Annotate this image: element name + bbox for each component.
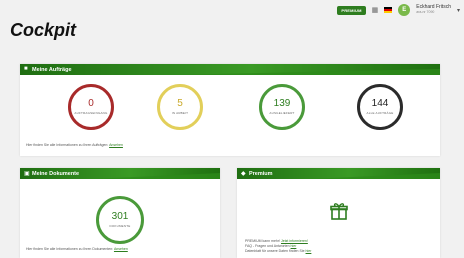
stat-dokumente[interactable]: 301 DOKUMENTE bbox=[96, 196, 144, 244]
panel-auftraege: ■ Meine Aufträge 0 AUFTRAGSEINGANG 5 IN … bbox=[20, 64, 440, 156]
avatar[interactable]: E bbox=[398, 4, 411, 16]
premium-informieren-link[interactable]: Jetzt informieren! bbox=[281, 239, 308, 243]
info-text: Hier finden Sie alle Informationen zu Ih… bbox=[26, 247, 114, 251]
panel-header: ▣ Meine Dokumente bbox=[20, 168, 220, 179]
panel-header: ■ Meine Aufträge bbox=[20, 64, 440, 75]
faq-link[interactable]: hier bbox=[291, 244, 297, 248]
stat-value: 139 bbox=[273, 98, 291, 109]
chevron-down-icon[interactable]: ▾ bbox=[457, 7, 460, 14]
gift-icon bbox=[330, 203, 348, 220]
panel-header: ◆ Premium bbox=[237, 168, 440, 179]
user-org: ara-nr 7090 bbox=[416, 10, 435, 14]
stat-value: 0 bbox=[88, 98, 94, 109]
auftraege-ansehen-link[interactable]: Ansehen bbox=[109, 143, 123, 147]
dokumente-info: Hier finden Sie alle Informationen zu Ih… bbox=[26, 247, 128, 251]
stat-label: DOKUMENTE bbox=[109, 224, 131, 228]
stat-label: ALLE AUFTRÄGE bbox=[366, 111, 394, 115]
top-bar-actions: PREMIUM ▦ E Eckhard Fritsch ara-nr 7090 … bbox=[337, 4, 460, 16]
stat-label: AUFTRAGSEINGANG bbox=[74, 111, 108, 115]
panel-title: Premium bbox=[249, 170, 273, 177]
document-icon: ▣ bbox=[24, 171, 30, 177]
stat-value: 144 bbox=[371, 98, 389, 109]
page-title: Cockpit bbox=[10, 20, 77, 40]
stat-value: 5 bbox=[177, 98, 183, 109]
stat-alle-auftraege[interactable]: 144 ALLE AUFTRÄGE bbox=[357, 84, 403, 130]
stat-ausgeliefert[interactable]: 139 AUSGELIEFERT bbox=[259, 84, 305, 130]
user-info[interactable]: Eckhard Fritsch ara-nr 7090 bbox=[416, 5, 451, 15]
premium-line: Datenblatt für unsere Daten finden Sie h… bbox=[245, 249, 311, 254]
dokumente-ansehen-link[interactable]: Ansehen bbox=[114, 247, 128, 251]
datenblatt-link[interactable]: hier bbox=[306, 249, 312, 253]
info-text: Hier finden Sie alle Informationen zu Ih… bbox=[26, 143, 109, 147]
stat-label: AUSGELIEFERT bbox=[269, 111, 295, 115]
top-bar: PREMIUM ▦ E Eckhard Fritsch ara-nr 7090 … bbox=[0, 0, 464, 22]
premium-line-text: PREMIUM kann mehr! bbox=[245, 239, 281, 243]
stat-auftragseingang[interactable]: 0 AUFTRAGSEINGANG bbox=[68, 84, 114, 130]
german-flag-icon[interactable] bbox=[384, 7, 393, 13]
panel-title: Meine Aufträge bbox=[32, 66, 72, 73]
stat-value: 301 bbox=[111, 211, 129, 222]
gift-small-icon: ◆ bbox=[241, 171, 246, 177]
stat-in-arbeit[interactable]: 5 IN ARBEIT bbox=[157, 84, 203, 130]
panel-title: Meine Dokumente bbox=[32, 170, 80, 177]
premium-info: PREMIUM kann mehr! Jetzt informieren! FA… bbox=[245, 239, 311, 254]
premium-line-text: FAQ - Fragen und Antworten bbox=[245, 244, 290, 248]
auftraege-info: Hier finden Sie alle Informationen zu Ih… bbox=[26, 143, 123, 147]
truck-icon: ■ bbox=[24, 66, 28, 72]
panel-dokumente: ▣ Meine Dokumente 301 DOKUMENTE Hier fin… bbox=[20, 168, 220, 258]
stat-label: IN ARBEIT bbox=[171, 111, 189, 115]
grid-icon[interactable]: ▦ bbox=[372, 6, 379, 14]
premium-badge[interactable]: PREMIUM bbox=[337, 5, 366, 15]
premium-line-text: Datenblatt für unsere Daten finden Sie bbox=[245, 249, 305, 253]
panel-premium: ◆ Premium PREMIUM kann mehr! Jetzt infor… bbox=[237, 168, 440, 258]
